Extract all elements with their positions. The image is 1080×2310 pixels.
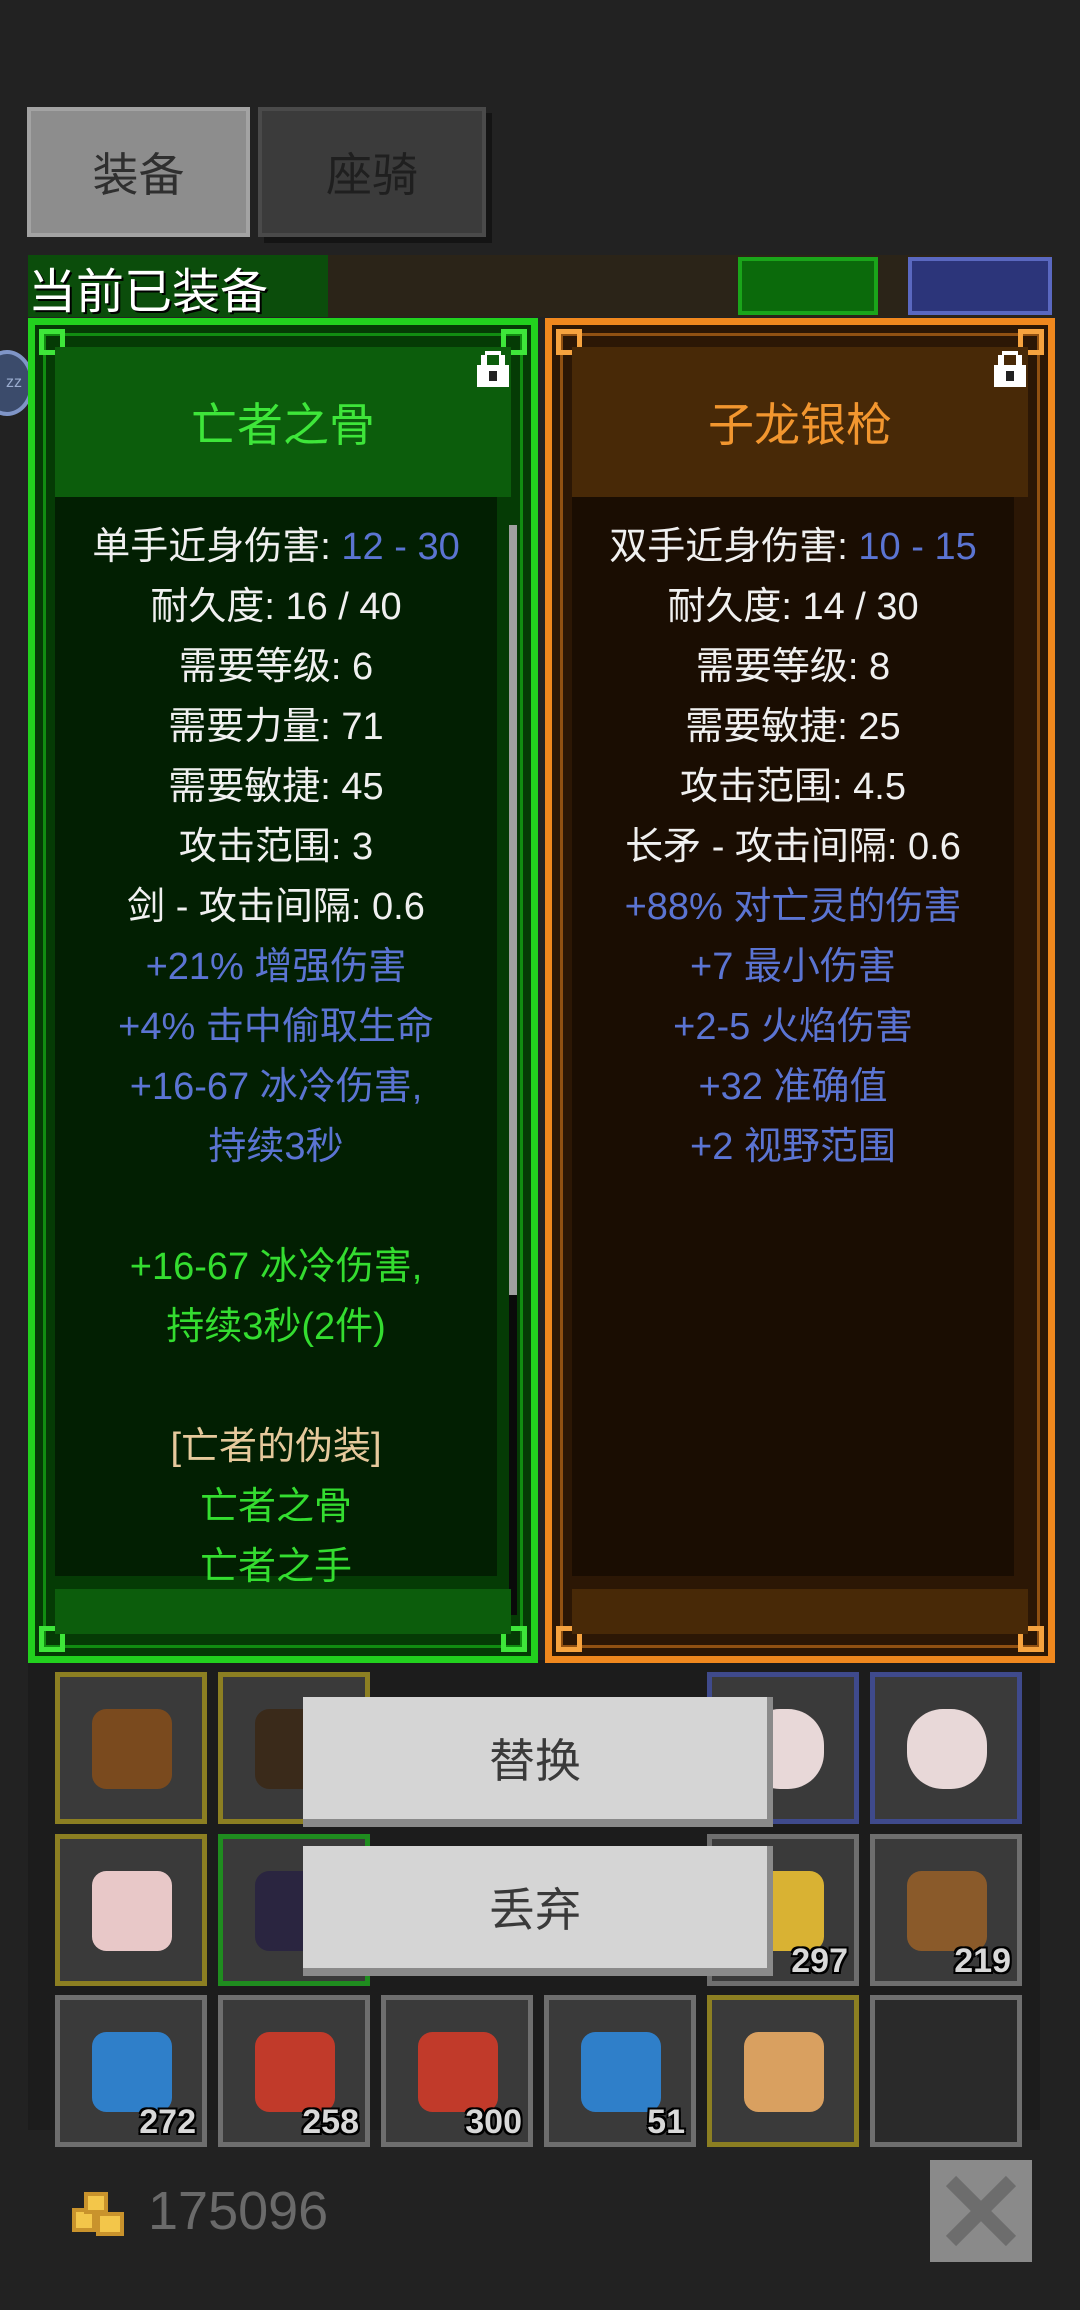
stat-line: +7 最小伤害 — [690, 946, 896, 988]
shield-icon — [92, 1709, 172, 1789]
stat-line: 耐久度: 16 / 40 — [150, 586, 402, 628]
inventory-slot[interactable] — [870, 1672, 1022, 1824]
item-card-equipped: 亡者之骨 单手近身伤害: 12 - 30 耐久度: 16 / 40 需要等级: 6 需… — [28, 318, 538, 1663]
item-count: 258 — [302, 2103, 359, 2141]
stat-line: 需要等级: 6 — [178, 646, 374, 688]
stat-label: 双手近身伤害: — [609, 526, 859, 568]
stat-damage: 双手近身伤害: 10 - 15 — [572, 517, 1014, 577]
pig-pet-icon — [92, 1871, 172, 1951]
inventory-slot[interactable] — [870, 1995, 1022, 2147]
inventory-slot[interactable]: 219 — [870, 1834, 1022, 1986]
stat-damage: 单手近身伤害: 12 - 30 — [55, 517, 497, 577]
stat-line: +2-5 火焰伤害 — [673, 1006, 913, 1048]
red-feather-icon — [255, 2032, 335, 2112]
stat-label: 单手近身伤害: — [92, 526, 342, 568]
stat-line: 需要敏捷: 25 — [685, 706, 901, 748]
inventory-slot[interactable] — [55, 1834, 207, 1986]
inventory-slot[interactable] — [707, 1995, 859, 2147]
stat-line: 需要敏捷: 45 — [168, 766, 384, 808]
item-count: 300 — [465, 2103, 522, 2141]
stat-line: +16-67 冰冷伤害, — [129, 1066, 423, 1108]
stat-spacer — [55, 1177, 497, 1237]
gold-coins-icon — [72, 2192, 124, 2236]
inventory-slot[interactable] — [55, 1672, 207, 1824]
equipped-section-label: 当前已装备 — [28, 266, 269, 319]
item-count: 272 — [139, 2103, 196, 2141]
stat-line: 攻击范围: 4.5 — [680, 766, 906, 808]
stat-line: 攻击范围: 3 — [178, 826, 374, 868]
empty-slot — [907, 2032, 987, 2112]
item-stats[interactable]: 单手近身伤害: 12 - 30 耐久度: 16 / 40 需要等级: 6 需要力量: … — [55, 497, 497, 1588]
cat-pet-icon — [744, 2032, 824, 2112]
item-card-new: 子龙银枪 双手近身伤害: 10 - 15 耐久度: 14 / 30 需要等级: 8 需… — [545, 318, 1055, 1663]
blue-feather-icon — [581, 2032, 661, 2112]
lock-icon[interactable] — [994, 349, 1026, 387]
replace-button[interactable]: 替换 — [303, 1697, 773, 1827]
inventory-slot[interactable]: 258 — [218, 1995, 370, 2147]
item-stats[interactable]: 双手近身伤害: 10 - 15 耐久度: 14 / 30 需要等级: 8 需要敏捷: … — [572, 497, 1014, 1576]
inventory-slot[interactable]: 272 — [55, 1995, 207, 2147]
item-count: 51 — [647, 2103, 685, 2141]
stat-line: +21% 增强伤害 — [145, 946, 407, 988]
stat-line: 需要等级: 8 — [695, 646, 891, 688]
card-footer — [572, 1589, 1028, 1634]
stat-line: +4% 击中偷取生命 — [118, 1006, 434, 1048]
stat-line: +88% 对亡灵的伤害 — [624, 886, 962, 928]
stat-line: +16-67 冰冷伤害, — [129, 1246, 423, 1288]
stat-line: +32 准确值 — [698, 1066, 888, 1108]
stat-value: 12 - 30 — [341, 526, 460, 568]
stat-line: 剑 - 攻击间隔: 0.6 — [127, 886, 425, 928]
inventory-slot[interactable]: 300 — [381, 1995, 533, 2147]
stat-line: +2 视野范围 — [690, 1126, 896, 1168]
scrollbar-thumb[interactable] — [509, 525, 517, 1295]
lock-icon[interactable] — [477, 349, 509, 387]
stat-line: 耐久度: 14 / 30 — [667, 586, 919, 628]
close-icon — [945, 2175, 1017, 2247]
card-footer — [55, 1589, 511, 1634]
inventory-slot[interactable]: 51 — [544, 1995, 696, 2147]
item-count: 297 — [791, 1942, 848, 1980]
red-feather-icon — [418, 2032, 498, 2112]
stats-scrollbar[interactable] — [509, 525, 517, 1615]
set-name: [亡者的伪装] — [170, 1426, 382, 1468]
stat-line: 持续3秒(2件) — [166, 1306, 386, 1348]
close-button[interactable] — [930, 2160, 1032, 2262]
stat-line: 需要力量: 71 — [168, 706, 384, 748]
tab-mount[interactable]: 座骑 — [258, 107, 486, 237]
discard-button[interactable]: 丢弃 — [303, 1846, 773, 1976]
stat-line: 亡者之骨 — [199, 1486, 352, 1528]
stat-spacer — [55, 1357, 497, 1417]
gold-amount: 175096 — [148, 2181, 329, 2241]
egg-icon — [907, 1709, 987, 1789]
blue-feather-icon — [92, 2032, 172, 2112]
bread-icon — [907, 1871, 987, 1951]
item-name: 亡者之骨 — [55, 347, 511, 497]
stat-line: 持续3秒 — [208, 1126, 344, 1168]
stat-value: 10 - 15 — [858, 526, 977, 568]
stat-line: 长矛 - 攻击间隔: 0.6 — [625, 826, 961, 868]
item-name: 子龙银枪 — [572, 347, 1028, 497]
stat-line: 亡者之手 — [199, 1546, 352, 1588]
item-count: 219 — [954, 1942, 1011, 1980]
tab-equipment[interactable]: 装备 — [27, 107, 250, 237]
